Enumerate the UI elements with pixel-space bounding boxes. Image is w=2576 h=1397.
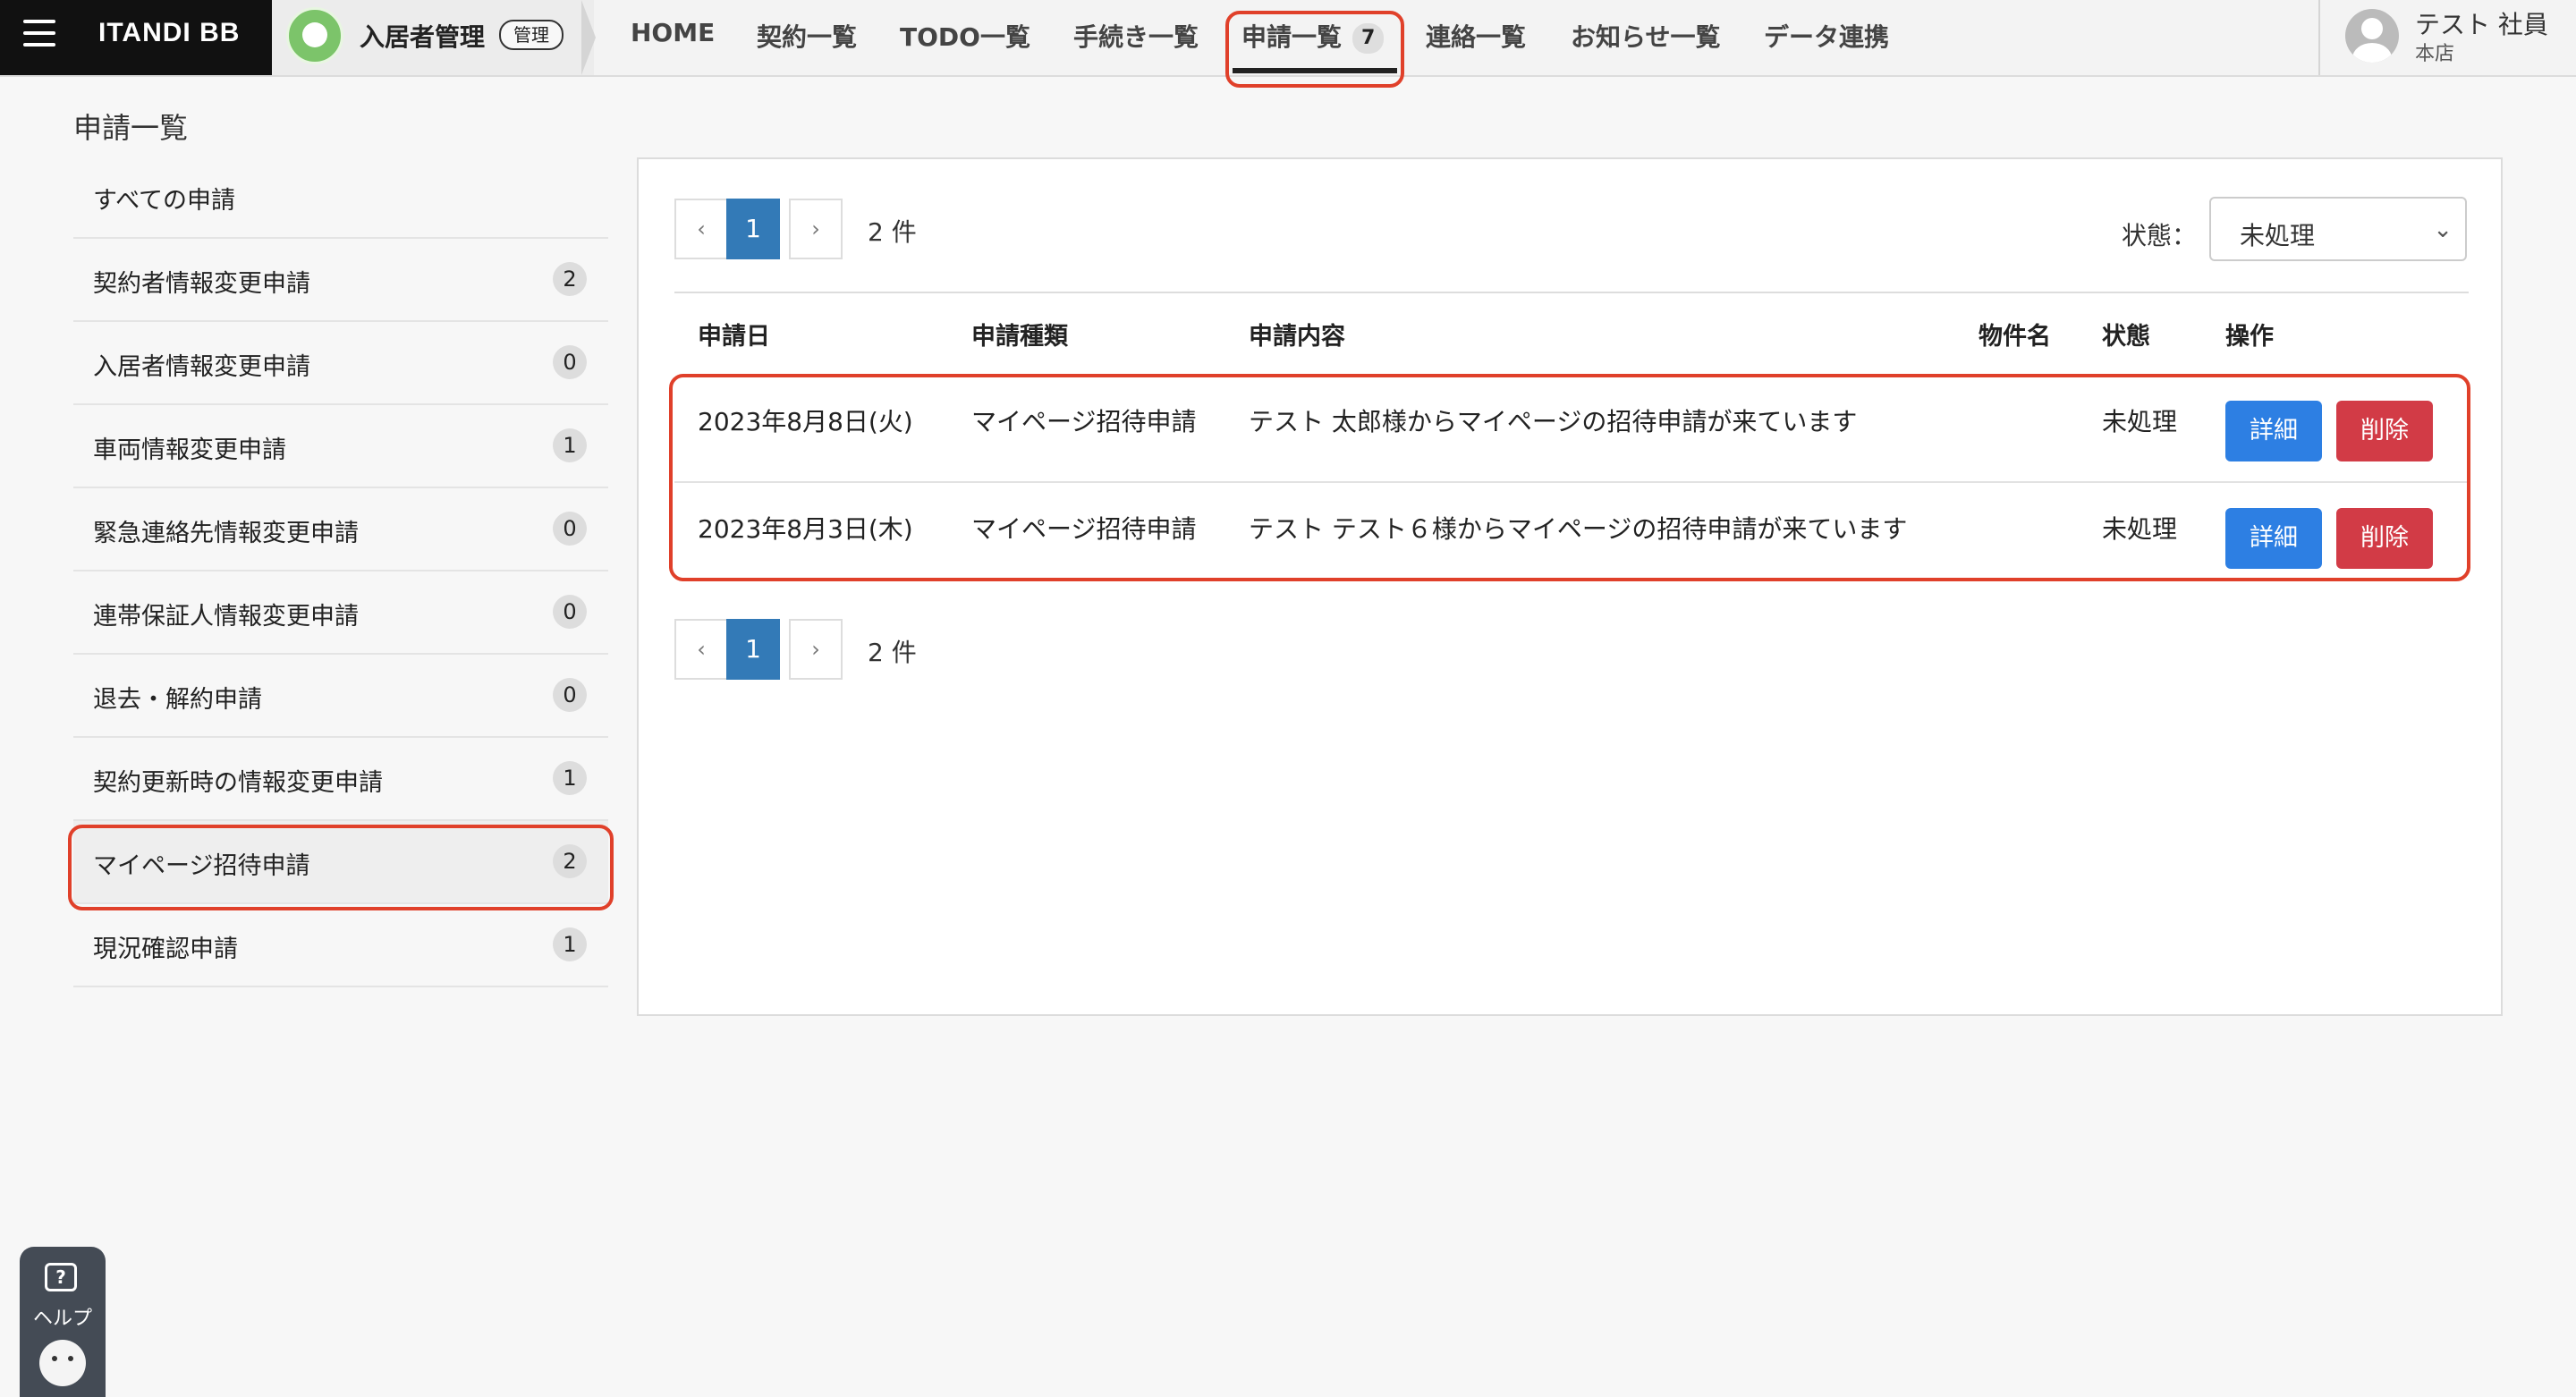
- column-header-date: 申請日: [698, 323, 770, 351]
- detail-button[interactable]: 詳細: [2225, 401, 2322, 461]
- column-header-content: 申請内容: [1249, 323, 1345, 351]
- sidebar-item-label: 入居者情報変更申請: [93, 353, 310, 381]
- sidebar-item-label: 連帯保証人情報変更申請: [93, 603, 359, 631]
- sidebar-item-mypage-invite[interactable]: マイページ招待申請 2: [73, 821, 608, 904]
- brand-logo-text: ITANDI BB: [98, 18, 241, 47]
- column-header-status: 状態: [2102, 323, 2150, 351]
- sidebar-item-contractor-change[interactable]: 契約者情報変更申請 2: [73, 239, 608, 322]
- sidebar-count-badge: 0: [553, 512, 587, 546]
- sidebar-item-label: 契約者情報変更申請: [93, 270, 310, 298]
- help-label: ヘルプ: [32, 1308, 92, 1330]
- cell-content: テスト テスト６様からマイページの招待申請が来ています: [1249, 514, 1908, 544]
- help-widget[interactable]: ? ヘルプ: [20, 1247, 106, 1397]
- status-filter-label: 状態：: [2122, 221, 2198, 250]
- cell-type: マイページ招待申請: [971, 407, 1197, 436]
- brand-area: ITANDI BB: [0, 0, 272, 75]
- nav-applications-label: 申請一覧: [1241, 22, 1343, 52]
- sidebar-count-badge: 1: [553, 761, 587, 795]
- sidebar-item-resident-change[interactable]: 入居者情報変更申請 0: [73, 322, 608, 405]
- delete-button[interactable]: 削除: [2336, 401, 2433, 461]
- nav-applications-count: 7: [1352, 23, 1385, 54]
- nav-home[interactable]: HOME: [631, 18, 715, 47]
- sidebar-item-guarantor-change[interactable]: 連帯保証人情報変更申請 0: [73, 572, 608, 655]
- nav-applications[interactable]: 申請一覧 7: [1241, 18, 1385, 54]
- status-filter-value: 未処理: [2240, 221, 2316, 250]
- sidebar-item-all[interactable]: すべての申請: [73, 156, 608, 239]
- row-divider: [674, 481, 2469, 483]
- sidebar-count-badge: 1: [553, 927, 587, 961]
- table-divider: [674, 292, 2469, 293]
- nav-procedures[interactable]: 手続き一覧: [1073, 18, 1199, 54]
- nav-messages[interactable]: 連絡一覧: [1426, 18, 1526, 54]
- applications-panel: ‹ 1 › 2 件 状態： 未処理 ⌄ 申請日 申請種類 申請内容 物件名 状態…: [637, 157, 2503, 1016]
- sidebar-item-label: 退去・解約申請: [93, 686, 262, 714]
- chevron-down-icon: ⌄: [2433, 216, 2453, 243]
- sidebar-item-status-check[interactable]: 現況確認申請 1: [73, 904, 608, 987]
- cell-content: テスト 太郎様からマイページの招待申請が来ています: [1249, 407, 1858, 436]
- help-question-icon: ?: [45, 1263, 77, 1291]
- user-name: テスト 社員: [2415, 10, 2548, 39]
- sidebar-item-label: 契約更新時の情報変更申請: [93, 769, 383, 797]
- user-avatar-icon: [2345, 9, 2399, 63]
- breadcrumb-chevron-icon: [581, 0, 596, 75]
- cell-date: 2023年8月3日(木): [698, 514, 913, 544]
- sidebar-item-vehicle-change[interactable]: 車両情報変更申請 1: [73, 405, 608, 488]
- delete-button[interactable]: 削除: [2336, 508, 2433, 569]
- sidebar-count-badge: 1: [553, 428, 587, 462]
- nav-todo[interactable]: TODO一覧: [900, 18, 1030, 54]
- sidebar-count-badge: 0: [553, 345, 587, 379]
- detail-button[interactable]: 詳細: [2225, 508, 2322, 569]
- sidebar-item-label: 緊急連絡先情報変更申請: [93, 520, 359, 547]
- table-row: 2023年8月3日(木) マイページ招待申請 テスト テスト６様からマイページの…: [674, 485, 2469, 590]
- table-row: 2023年8月8日(火) マイページ招待申請 テスト 太郎様からマイページの招待…: [674, 377, 2469, 483]
- cell-type: マイページ招待申請: [971, 514, 1197, 544]
- sidebar-count-badge: 0: [553, 595, 587, 629]
- sidebar-item-move-out[interactable]: 退去・解約申請 0: [73, 655, 608, 738]
- sidebar-item-renewal-change[interactable]: 契約更新時の情報変更申請 1: [73, 738, 608, 821]
- next-page-button[interactable]: ›: [789, 619, 843, 680]
- application-type-sidebar: すべての申請 契約者情報変更申請 2 入居者情報変更申請 0 車両情報変更申請 …: [73, 156, 608, 987]
- user-store: 本店: [2415, 43, 2455, 65]
- module-switcher[interactable]: 入居者管理 管理: [272, 0, 594, 75]
- module-role-badge: 管理: [499, 20, 564, 50]
- column-header-type: 申請種類: [971, 323, 1068, 351]
- total-count: 2 件: [868, 217, 917, 247]
- sidebar-count-badge: 2: [553, 844, 587, 878]
- nav-data-integration[interactable]: データ連携: [1764, 18, 1889, 54]
- total-count: 2 件: [868, 638, 917, 667]
- cell-status: 未処理: [2102, 407, 2178, 436]
- top-navigation-bar: ITANDI BB 入居者管理 管理 HOME 契約一覧 TODO一覧 手続き一…: [0, 0, 2576, 77]
- hamburger-menu-icon[interactable]: [23, 20, 55, 52]
- column-header-property: 物件名: [1979, 323, 2051, 351]
- nav-contracts[interactable]: 契約一覧: [757, 18, 857, 54]
- status-filter-select[interactable]: 未処理 ⌄: [2209, 197, 2467, 261]
- user-menu[interactable]: テスト 社員 本店: [2318, 0, 2576, 75]
- sidebar-item-label: 車両情報変更申請: [93, 436, 286, 464]
- sidebar-count-badge: 2: [553, 262, 587, 296]
- sidebar-count-badge: 0: [553, 678, 587, 712]
- bear-mascot-icon: [286, 7, 343, 64]
- next-page-button[interactable]: ›: [789, 199, 843, 259]
- current-page-button[interactable]: 1: [726, 199, 780, 259]
- active-tab-indicator: [1233, 68, 1397, 73]
- nav-notices[interactable]: お知らせ一覧: [1571, 18, 1720, 54]
- page-title: 申請一覧: [73, 111, 189, 145]
- cell-date: 2023年8月8日(火): [698, 407, 913, 436]
- cell-status: 未処理: [2102, 514, 2178, 544]
- sidebar-item-label: 現況確認申請: [93, 936, 238, 963]
- current-page-button[interactable]: 1: [726, 619, 780, 680]
- module-title: 入居者管理: [360, 22, 486, 52]
- prev-page-button[interactable]: ‹: [674, 619, 728, 680]
- column-header-actions: 操作: [2225, 323, 2274, 351]
- prev-page-button[interactable]: ‹: [674, 199, 728, 259]
- bear-mascot-icon: [39, 1340, 86, 1386]
- sidebar-item-label: すべての申請: [93, 187, 236, 215]
- sidebar-item-emergency-contact-change[interactable]: 緊急連絡先情報変更申請 0: [73, 488, 608, 572]
- sidebar-item-label: マイページ招待申請: [93, 852, 310, 880]
